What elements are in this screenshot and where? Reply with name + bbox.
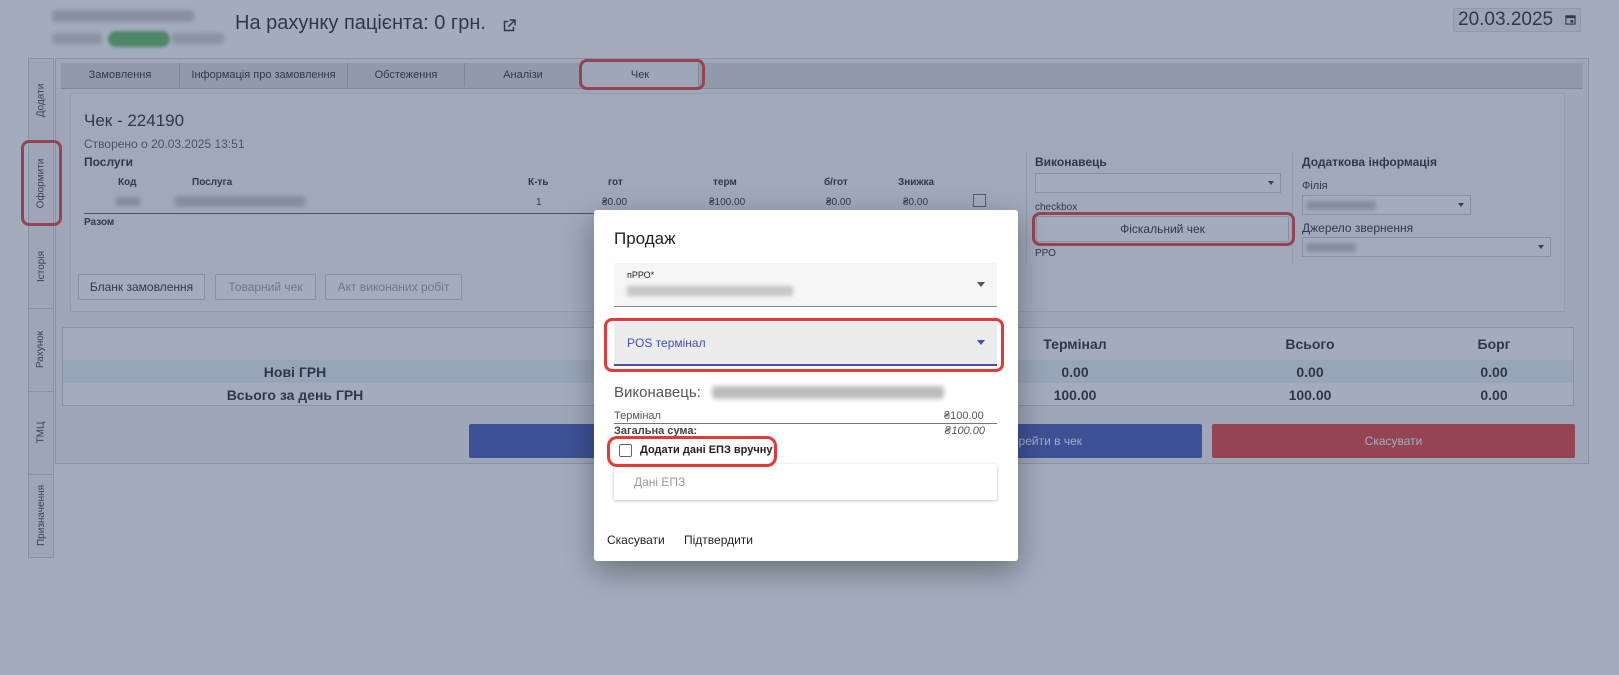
dialog-divider <box>614 423 997 424</box>
prro-label: пРРО* <box>627 270 655 280</box>
dialog-title: Продаж <box>614 229 676 248</box>
prro-select[interactable] <box>614 263 997 307</box>
dialog-total-value: ₴100.00 <box>944 425 985 437</box>
dialog-terminal-label: Термінал <box>614 410 661 422</box>
dialog-terminal-value: ₴100.00 <box>944 410 984 422</box>
highlight-pos-terminal <box>604 318 1004 372</box>
dialog-executor-label: Виконавець: <box>614 384 701 401</box>
executor-name-blurred <box>712 386 944 399</box>
dialog-confirm-button[interactable]: Підтвердити <box>684 533 753 547</box>
epz-placeholder: Дані ЕПЗ <box>634 475 686 489</box>
chevron-down-icon <box>977 282 985 287</box>
dialog-cancel-button[interactable]: Скасувати <box>607 533 665 547</box>
highlight-manual-epz <box>607 436 777 467</box>
prro-value-blurred <box>627 286 793 296</box>
